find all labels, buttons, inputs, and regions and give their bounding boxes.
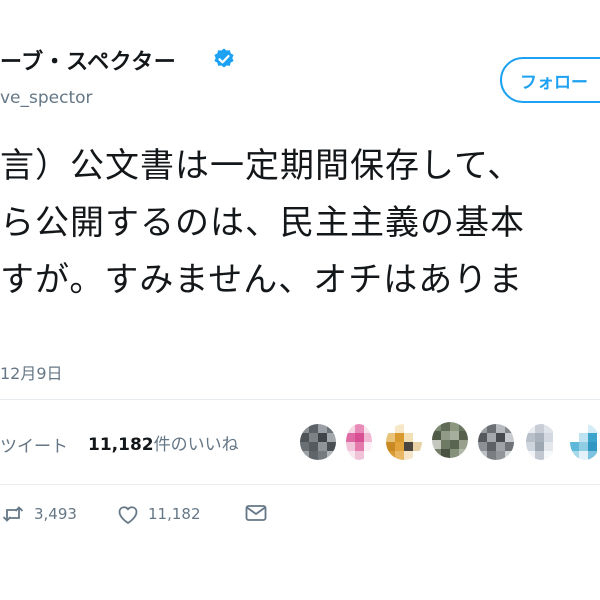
retweet-button[interactable]: 3,493 (0, 503, 77, 525)
likes-count: 11,182 (88, 435, 154, 455)
avatar[interactable] (432, 422, 468, 458)
avatar[interactable] (478, 424, 514, 460)
likes-label: 件のいいね (153, 435, 239, 455)
user-handle[interactable]: ve_spector (0, 88, 93, 108)
avatar[interactable] (386, 424, 422, 460)
direct-message-button[interactable] (244, 503, 268, 523)
avatar[interactable] (570, 424, 600, 460)
likes-link[interactable]: 11,182件のいいね (88, 430, 239, 455)
like-button[interactable]: 11,182 (116, 503, 201, 525)
envelope-icon (245, 505, 267, 521)
tweet-actions: 3,493 11,182 (0, 503, 300, 533)
verified-badge-icon (214, 48, 234, 68)
retweet-icon (2, 506, 24, 522)
display-name[interactable]: ーブ・スペクター (0, 44, 176, 76)
divider (0, 484, 600, 485)
avatar[interactable] (346, 424, 372, 460)
tweet-date[interactable]: 12月9日 (0, 360, 63, 384)
like-count: 11,182 (148, 505, 201, 523)
tweet-text-line: ら公開するのは、民主主義の基本 (0, 203, 525, 243)
tweet-text-line: すが。すみません、オチはありま (0, 260, 524, 300)
liker-avatars (300, 418, 600, 468)
heart-icon (118, 506, 138, 524)
tweet-text-line: 言）公文書は一定期間保存して、 (0, 146, 523, 186)
follow-button[interactable]: フォロー (500, 57, 600, 103)
avatar[interactable] (526, 424, 556, 460)
divider (0, 399, 600, 400)
retweets-link[interactable]: ツイート (0, 432, 68, 457)
avatar[interactable] (300, 424, 336, 460)
retweet-count: 3,493 (34, 505, 77, 523)
